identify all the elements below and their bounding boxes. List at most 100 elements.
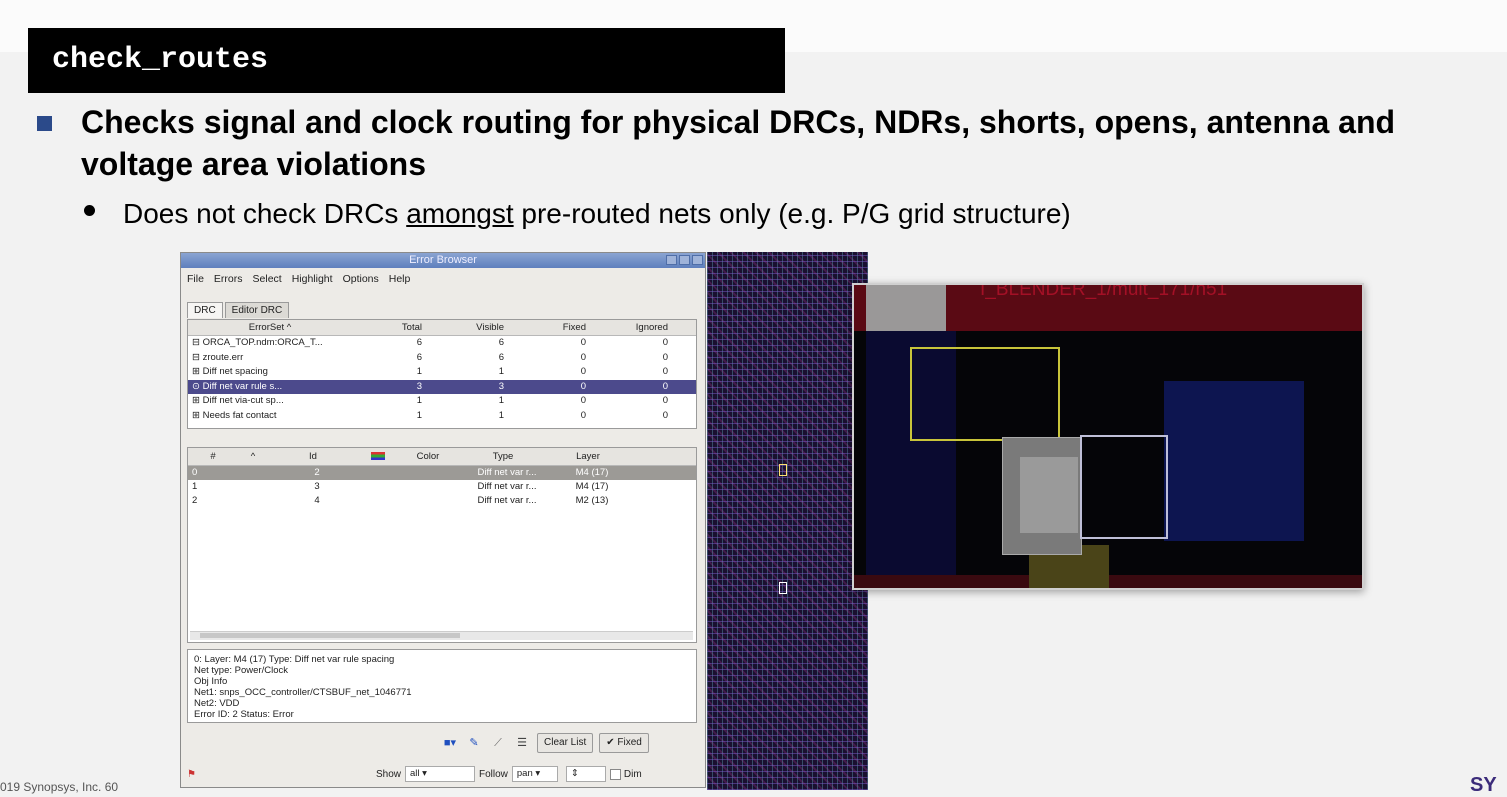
column-errorset[interactable]: ErrorSet ^ <box>188 320 348 335</box>
bottom-toolbar: ■▾ ✎ ⟋ ☰ Clear List ✔ Fixed <box>441 733 649 753</box>
net-label: I_BLENDER_1/mult_171/n51 <box>980 283 1228 300</box>
column-ignored[interactable]: Ignored <box>594 320 676 335</box>
tree-row-total: 1 <box>416 409 422 421</box>
menu-highlight[interactable]: Highlight <box>292 269 333 289</box>
column-color-icon[interactable] <box>358 448 398 465</box>
follow-select[interactable]: pan ▾ <box>511 766 558 782</box>
menu-options[interactable]: Options <box>343 269 379 289</box>
fixed-button[interactable]: ✔ Fixed <box>599 733 649 753</box>
tab-drc[interactable]: DRC <box>187 302 223 318</box>
error-details-pane: 0: Layer: M4 (17) Type: Diff net var rul… <box>187 649 697 723</box>
tree-row-visible: 3 <box>498 380 504 392</box>
details-line: Error ID: 2 Status: Error <box>194 709 294 720</box>
column-layer[interactable]: Layer <box>548 448 628 465</box>
horizontal-scrollbar[interactable] <box>190 631 693 640</box>
metal-shape <box>866 285 946 331</box>
table-row[interactable]: 1 3 Diff net var r... M4 (17) <box>188 480 696 494</box>
clear-list-button[interactable]: Clear List <box>537 733 594 753</box>
tree-row-ignored: 0 <box>662 337 668 348</box>
table-header: # ^ Id Color Type Layer <box>188 448 696 466</box>
synopsys-logo: SY <box>1470 774 1497 796</box>
drc-error-box[interactable] <box>1080 435 1168 539</box>
tree-row-fixed: 0 <box>580 351 586 363</box>
menu-file[interactable]: File <box>187 269 204 289</box>
details-line: Net1: snps_OCC_controller/CTSBUF_net_104… <box>194 687 412 698</box>
table-row-selected[interactable]: 0 2 Diff net var r... M4 (17) <box>188 466 696 480</box>
tree-row[interactable]: ⊞ Diff net via-cut sp... 1 1 0 0 <box>188 394 696 409</box>
row-number: 0 <box>192 467 198 478</box>
color-select-icon[interactable]: ■▾ <box>441 735 459 751</box>
close-icon[interactable] <box>692 255 703 265</box>
menu-select[interactable]: Select <box>253 269 282 289</box>
show-select[interactable]: all ▾ <box>404 766 475 782</box>
error-icon: ⚑ <box>187 768 196 780</box>
table-row[interactable]: 2 4 Diff net var r... M2 (13) <box>188 494 696 508</box>
list-icon[interactable]: ☰ <box>513 735 531 751</box>
tree-row-selected[interactable]: ⊙ Diff net var rule s... 3 3 0 0 <box>188 379 696 394</box>
tree-row-name: ⊟ zroute.err <box>192 351 244 363</box>
sub-bullet-text: Does not check DRCs amongst pre-routed n… <box>123 197 1071 231</box>
dim-spinner[interactable]: ⇕ <box>565 766 606 782</box>
column-type[interactable]: Type <box>458 448 548 465</box>
sort-icon[interactable]: ^ <box>238 448 268 465</box>
column-color[interactable]: Color <box>398 448 458 465</box>
column-total[interactable]: Total <box>348 320 430 335</box>
sub-bullet-dot-icon <box>84 205 95 216</box>
zoomed-layout-view[interactable]: I_BLENDER_1/mult_171/n51 <box>852 283 1364 590</box>
window-title-bar[interactable]: Error Browser <box>181 253 705 268</box>
tree-row-ignored: 0 <box>662 380 668 392</box>
tree-row[interactable]: ⊞ Diff net spacing 1 1 0 0 <box>188 365 696 380</box>
maximize-icon[interactable] <box>679 255 690 265</box>
main-bullet-text: Checks signal and clock routing for phys… <box>81 104 1396 182</box>
tree-row[interactable]: ⊟ zroute.err 6 6 0 0 <box>188 351 696 366</box>
sub-bullet-suffix: pre-routed nets only (e.g. P/G grid stru… <box>513 198 1071 229</box>
tree-row-fixed: 0 <box>580 337 586 348</box>
tree-row-fixed: 0 <box>580 380 586 392</box>
tree-row[interactable]: ⊟ ORCA_TOP.ndm:ORCA_T... 6 6 0 0 <box>188 336 696 351</box>
pencil-icon[interactable]: ✎ <box>465 735 483 751</box>
tree-row-name: ⊙ Diff net var rule s... <box>192 380 283 392</box>
follow-value: pan <box>516 768 533 779</box>
bullet-square-icon <box>37 116 52 131</box>
dim-checkbox[interactable] <box>609 768 621 780</box>
error-marker[interactable] <box>779 582 787 594</box>
row-layer: M2 (13) <box>575 495 609 506</box>
layout-canvas[interactable] <box>707 252 868 790</box>
column-id[interactable]: Id <box>268 448 358 465</box>
row-layer: M4 (17) <box>575 481 609 492</box>
tree-row-name: ⊟ ORCA_TOP.ndm:ORCA_T... <box>192 337 323 348</box>
metal-shape <box>1164 381 1304 541</box>
via-shape <box>1020 457 1078 533</box>
error-browser-window: Error Browser File Errors Select Highlig… <box>180 252 706 788</box>
tree-row-name: ⊞ Diff net via-cut sp... <box>192 395 284 406</box>
menu-help[interactable]: Help <box>389 269 411 289</box>
sub-bullet-prefix: Does not check DRCs <box>123 198 407 229</box>
show-label: Show <box>375 768 401 780</box>
minimize-icon[interactable] <box>666 255 677 265</box>
status-bar: ⚑ Show all ▾ Follow pan ▾ ⇕ Dim <box>181 763 705 785</box>
magic-wand-icon[interactable]: ⟋ <box>489 735 507 751</box>
row-id: 3 <box>314 481 320 492</box>
tree-row-fixed: 0 <box>580 395 586 406</box>
menu-errors[interactable]: Errors <box>214 269 243 289</box>
tree-row-visible: 1 <box>498 395 504 406</box>
tab-editor-drc[interactable]: Editor DRC <box>224 302 290 318</box>
column-number[interactable]: # <box>188 448 238 465</box>
row-id: 4 <box>314 495 320 506</box>
error-marker[interactable] <box>779 464 787 476</box>
tree-row[interactable]: ⊞ Needs fat contact 1 1 0 0 <box>188 409 696 424</box>
scrollbar-thumb[interactable] <box>200 633 460 638</box>
tree-row-total: 1 <box>416 366 422 377</box>
tree-row-fixed: 0 <box>580 366 586 377</box>
tree-row-ignored: 0 <box>662 351 668 363</box>
tree-row-visible: 1 <box>498 409 504 421</box>
follow-label: Follow <box>478 768 508 780</box>
window-title: Error Browser <box>409 254 477 266</box>
column-fixed[interactable]: Fixed <box>512 320 594 335</box>
tree-row-total: 6 <box>416 337 422 348</box>
drc-error-box[interactable] <box>910 347 1060 441</box>
details-line: 0: Layer: M4 (17) Type: Diff net var rul… <box>194 654 395 665</box>
column-visible[interactable]: Visible <box>430 320 512 335</box>
tree-row-total: 1 <box>416 395 422 406</box>
tree-row-visible: 6 <box>498 351 504 363</box>
